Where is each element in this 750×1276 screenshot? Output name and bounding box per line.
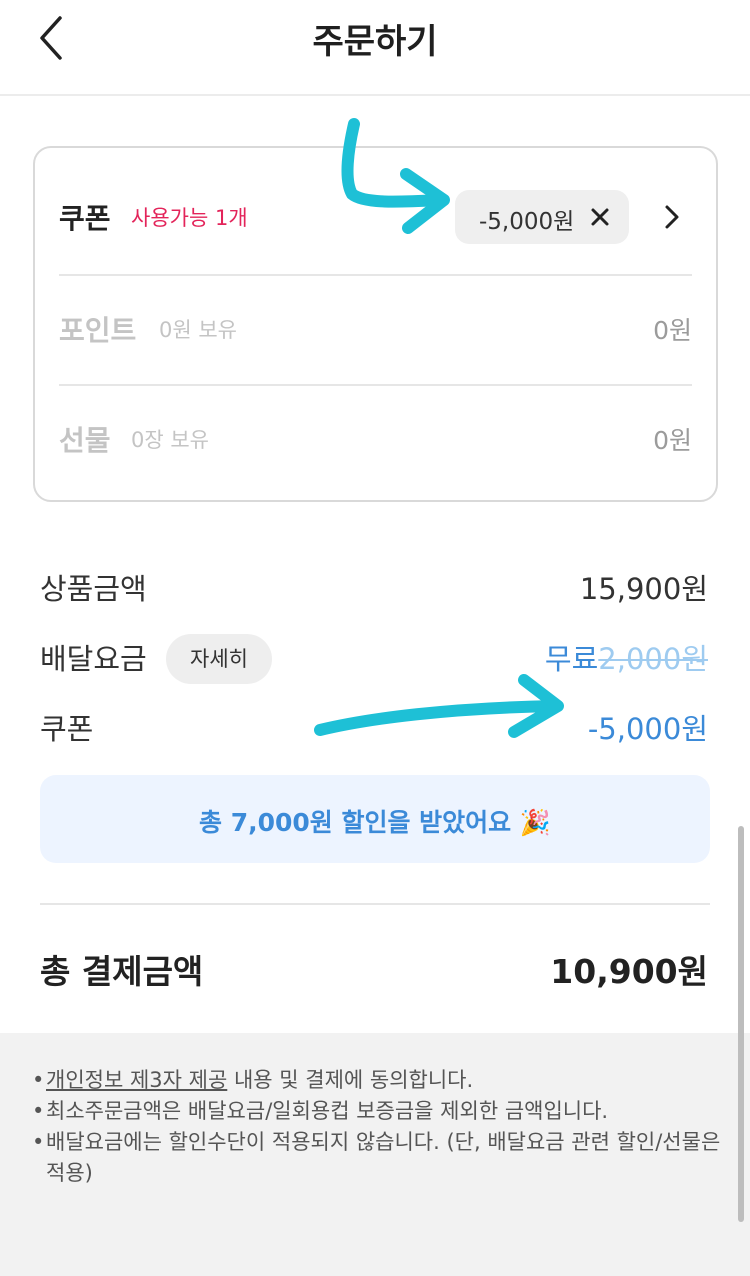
total-divider — [40, 903, 710, 905]
product-amount-value: 15,900원 — [579, 572, 708, 606]
savings-banner-text: 총 7,000원 할인을 받았어요 🎉 — [198, 808, 552, 837]
annotation-arrow-bottom — [314, 674, 564, 738]
gift-holding: 0장 보유 — [131, 428, 209, 452]
coupon-row[interactable]: 쿠폰 사용가능 1개 -5,000원 — [59, 160, 692, 274]
page-title: 주문하기 — [312, 22, 438, 62]
close-icon[interactable] — [589, 206, 611, 228]
savings-banner: 총 7,000원 할인을 받았어요 🎉 — [40, 775, 710, 863]
notice-text: 배달요금에는 할인수단이 적용되지 않습니다. (단, 배달요금 관련 할인/선… — [46, 1130, 721, 1185]
notice-text: 내용 및 결제에 동의합니다. — [227, 1068, 474, 1092]
notice-section: • 개인정보 제3자 제공 내용 및 결제에 동의합니다. • 최소주문금액은 배달… — [0, 1033, 750, 1276]
privacy-consent-link[interactable]: 개인정보 제3자 제공 — [46, 1068, 227, 1092]
gift-label: 선물 — [59, 424, 111, 457]
list-item: • 최소주문금액은 배달요금/일회용컵 보증금을 제외한 금액입니다. — [32, 1099, 609, 1123]
coupon-available-count: 사용가능 1개 — [131, 206, 248, 230]
chevron-right-icon[interactable] — [662, 204, 682, 230]
total-payment-value: 10,900원 — [550, 952, 708, 991]
coupon-discount-value: -5,000원 — [587, 712, 708, 746]
scrollbar[interactable] — [738, 826, 744, 1222]
list-item: • 개인정보 제3자 제공 내용 및 결제에 동의합니다. — [32, 1068, 474, 1092]
notice-text: 최소주문금액은 배달요금/일회용컵 보증금을 제외한 금액입니다. — [46, 1099, 609, 1123]
coupon-discount-label: 쿠폰 — [40, 712, 94, 746]
delivery-detail-button[interactable]: 자세히 — [166, 634, 272, 684]
delivery-free-text: 무료 — [544, 642, 599, 676]
notice-list: • 개인정보 제3자 제공 내용 및 결제에 동의합니다. • 최소주문금액은 배달… — [32, 1065, 722, 1189]
coupon-label: 쿠폰 — [59, 202, 111, 235]
gift-value: 0원 — [653, 426, 692, 455]
app-header: 주문하기 — [0, 0, 750, 96]
points-value: 0원 — [653, 316, 692, 345]
applied-coupon-amount: -5,000원 — [479, 209, 575, 235]
total-payment-label: 총 결제금액 — [40, 952, 204, 991]
list-item: • 배달요금에는 할인수단이 적용되지 않습니다. (단, 배달요금 관련 할인/… — [32, 1130, 721, 1185]
points-row: 포인트 0원 보유 0원 — [59, 274, 692, 384]
points-holding: 0원 보유 — [159, 318, 237, 342]
delivery-fee-value: 무료2,000원 — [545, 636, 708, 678]
delivery-fee-label: 배달요금 — [40, 642, 147, 676]
product-amount-label: 상품금액 — [40, 572, 147, 606]
discount-card: 쿠폰 사용가능 1개 -5,000원 포인트 0원 보유 0원 선물 0장 보유… — [33, 146, 718, 502]
delivery-original-fee: 2,000원 — [598, 642, 708, 676]
points-label: 포인트 — [59, 314, 137, 347]
applied-coupon-chip[interactable]: -5,000원 — [455, 190, 629, 244]
gift-row: 선물 0장 보유 0원 — [59, 384, 692, 494]
